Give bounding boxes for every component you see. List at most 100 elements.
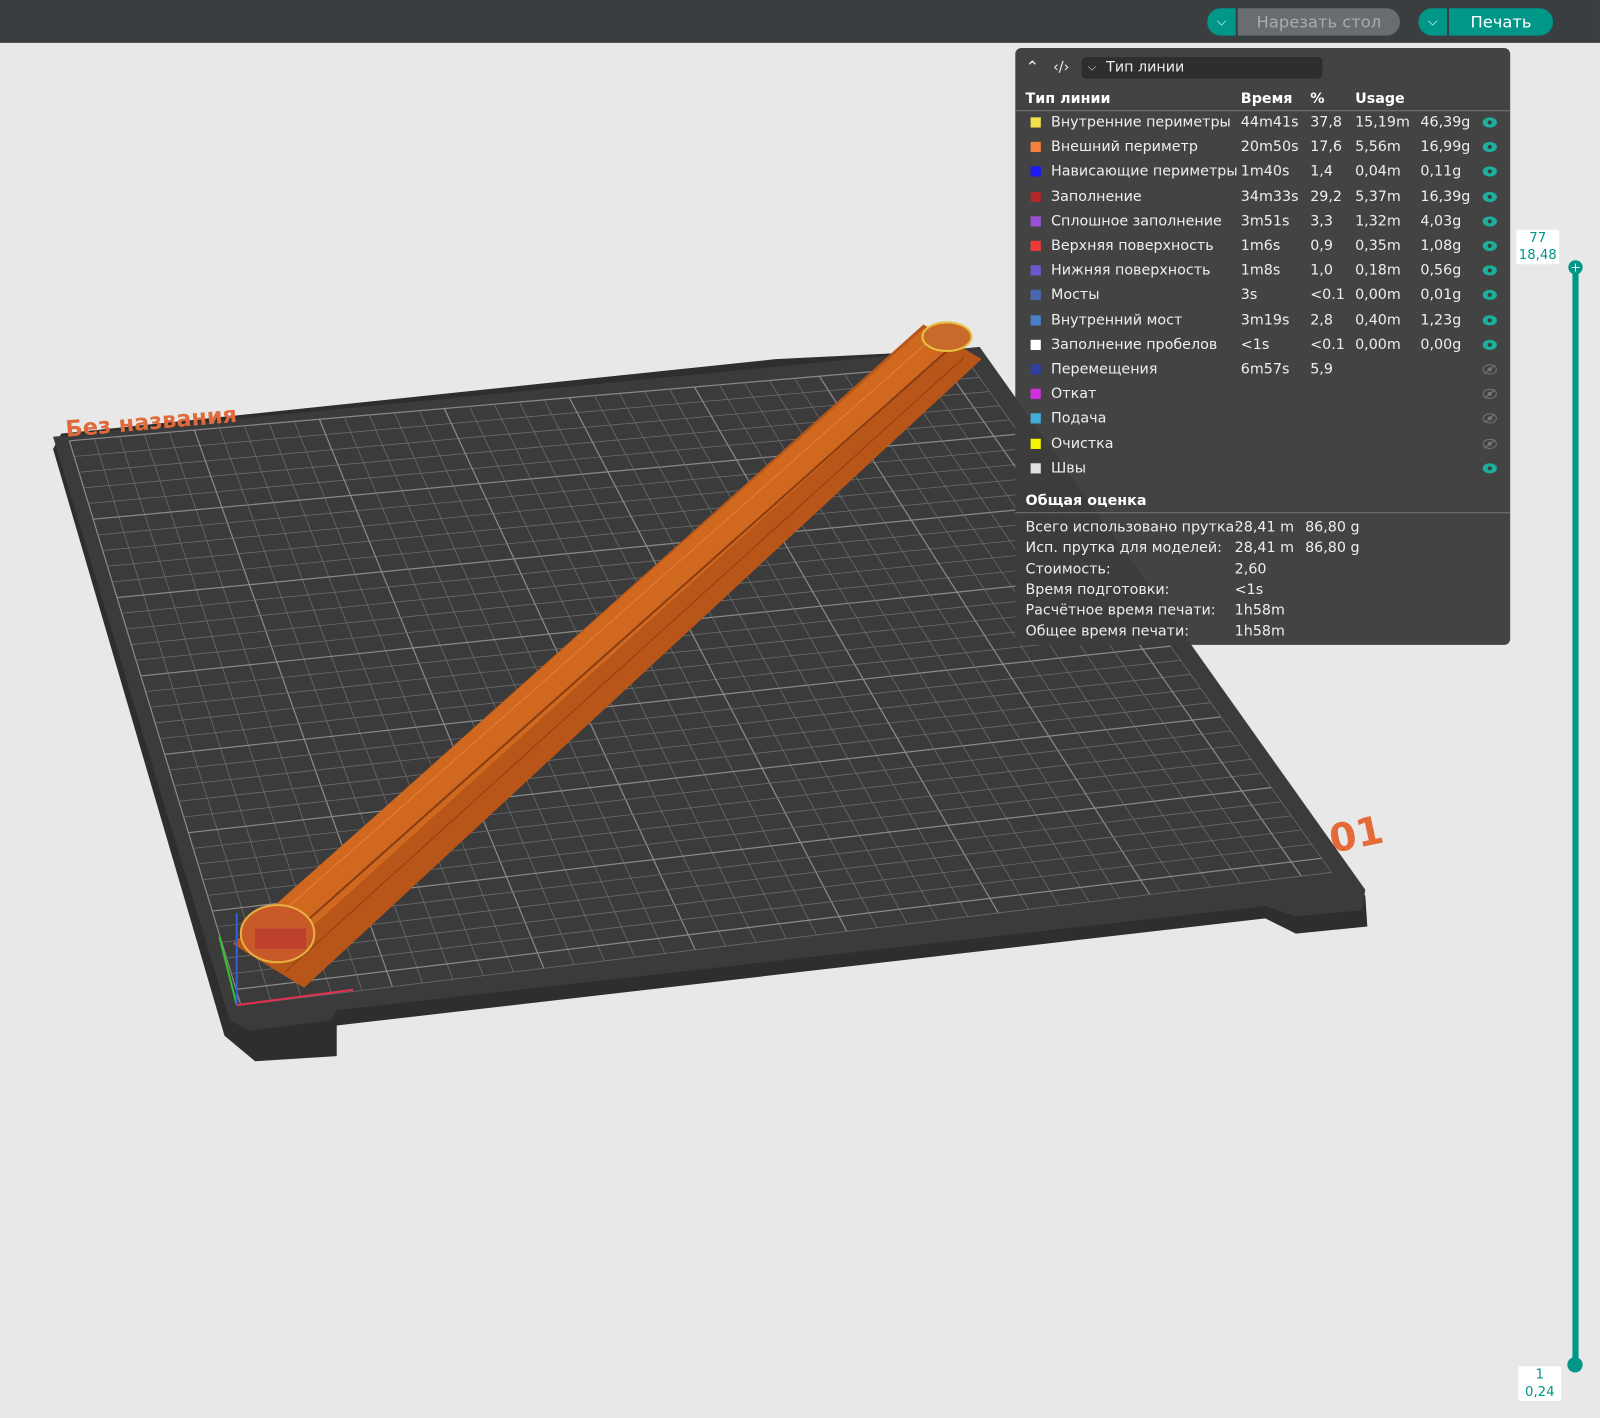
line-type-name: Внешний периметр	[1051, 138, 1198, 156]
eye-icon[interactable]	[1482, 463, 1497, 474]
row-length: 5,37m	[1355, 188, 1401, 205]
summary-label: Всего использовано прутка:	[1025, 519, 1240, 536]
row-weight: 0,11g	[1420, 163, 1462, 180]
eye-icon[interactable]	[1482, 240, 1497, 252]
row-length: 0,00m	[1355, 287, 1401, 304]
row-weight: 0,56g	[1420, 262, 1462, 279]
eye-off-icon[interactable]	[1482, 413, 1497, 424]
bottom-layer-height: 0,24	[1525, 1384, 1555, 1400]
row-weight: 1,08g	[1420, 237, 1462, 255]
color-swatch	[1030, 142, 1041, 153]
line-type-name: Мосты	[1051, 287, 1100, 304]
view-type-value: Тип линии	[1106, 59, 1185, 76]
plate-number-label: 01	[1325, 808, 1387, 863]
line-type-name: Сплошное заполнение	[1051, 213, 1222, 230]
top-layer-number: 77	[1529, 230, 1547, 246]
color-swatch	[1030, 265, 1041, 276]
row-length: 0,04m	[1355, 163, 1401, 180]
summary-value-2: 86,80 g	[1305, 540, 1360, 557]
top-layer-height: 18,48	[1518, 247, 1557, 264]
eye-icon[interactable]	[1482, 166, 1497, 177]
row-percent: 17,6	[1310, 138, 1343, 156]
line-type-name: Верхняя поверхность	[1051, 237, 1214, 255]
color-swatch	[1030, 314, 1041, 326]
row-time: 44m41s	[1240, 114, 1299, 131]
eye-off-icon[interactable]	[1482, 438, 1497, 449]
gcode-icon[interactable]: ‹/›	[1053, 58, 1069, 76]
summary-label: Время подготовки:	[1025, 581, 1170, 598]
summary-value: 1h58m	[1234, 622, 1285, 640]
row-percent: 1,0	[1310, 262, 1333, 279]
line-type-name: Заполнение	[1051, 188, 1142, 205]
eye-icon[interactable]	[1482, 191, 1497, 202]
row-weight: 16,39g	[1420, 188, 1471, 205]
row-length: 5,56m	[1355, 138, 1401, 156]
top-handle-plus-icon[interactable]: +	[1568, 260, 1583, 275]
layer-slider-track[interactable]	[1572, 267, 1579, 1365]
color-swatch	[1030, 166, 1041, 177]
summary-label: Стоимость:	[1025, 560, 1111, 578]
row-length: 0,35m	[1355, 237, 1401, 255]
column-header-type: Тип линии	[1025, 90, 1111, 108]
line-type-name: Внутренние периметры	[1051, 114, 1231, 131]
color-swatch	[1030, 339, 1041, 350]
line-type-name: Перемещения	[1051, 361, 1158, 378]
row-percent: 37,8	[1310, 114, 1343, 131]
row-percent: <0.1	[1310, 287, 1345, 304]
summary-value: 2,60	[1234, 560, 1267, 578]
row-percent: 1,4	[1310, 163, 1333, 180]
row-length: 15,19m	[1355, 114, 1410, 131]
row-time: 3s	[1240, 287, 1258, 304]
color-swatch	[1030, 438, 1041, 449]
row-percent: 0,9	[1310, 237, 1333, 255]
row-percent: 29,2	[1310, 188, 1343, 205]
eye-icon[interactable]	[1482, 290, 1497, 301]
summary-value: 1h58m	[1234, 602, 1285, 619]
summary-value: <1s	[1234, 581, 1264, 598]
line-type-name: Внутренний мост	[1051, 311, 1183, 329]
row-time: 1m6s	[1240, 237, 1281, 255]
line-type-name: Швы	[1051, 459, 1086, 477]
summary-value-2: 86,80 g	[1305, 519, 1360, 536]
collapse-icon[interactable]: ⌃	[1026, 58, 1040, 76]
column-header-usage: Usage	[1355, 90, 1405, 108]
color-swatch	[1030, 216, 1041, 227]
row-percent: <0.1	[1310, 336, 1345, 353]
eye-icon[interactable]	[1482, 265, 1497, 276]
row-length: 1,32m	[1355, 213, 1401, 230]
view-type-select[interactable]: ⌵ Тип линии	[1081, 57, 1323, 79]
color-swatch	[1030, 117, 1041, 128]
bottom-handle[interactable]	[1567, 1357, 1583, 1373]
row-percent: 2,8	[1310, 311, 1333, 329]
column-header-percent: %	[1310, 90, 1325, 108]
eye-icon[interactable]	[1482, 339, 1497, 350]
row-weight: 4,03g	[1420, 213, 1462, 230]
line-type-name: Откат	[1051, 385, 1097, 403]
row-length: 0,40m	[1355, 311, 1401, 329]
bottom-layer-number: 1	[1535, 1367, 1545, 1383]
eye-icon[interactable]	[1482, 216, 1497, 227]
line-type-name: Нависающие периметры	[1051, 163, 1238, 180]
color-swatch	[1030, 413, 1041, 424]
column-header-time: Время	[1240, 90, 1293, 108]
summary-label: Исп. прутка для моделей:	[1025, 540, 1222, 557]
row-weight: 16,99g	[1420, 138, 1471, 156]
row-weight: 0,01g	[1420, 287, 1462, 304]
line-type-name: Подача	[1051, 410, 1107, 427]
app-window: ⌵ Нарезать стол ⌵ Печать Без названия 01	[0, 0, 1600, 1418]
eye-off-icon[interactable]	[1482, 388, 1497, 400]
divider	[1015, 110, 1511, 112]
color-swatch	[1030, 388, 1041, 400]
color-swatch	[1030, 364, 1041, 375]
summary-value: 28,41 m	[1234, 519, 1295, 536]
row-percent: 5,9	[1310, 361, 1333, 378]
row-length: 0,18m	[1355, 262, 1401, 279]
eye-icon[interactable]	[1482, 142, 1497, 153]
color-swatch	[1030, 290, 1041, 301]
line-type-name: Нижняя поверхность	[1051, 262, 1211, 279]
eye-icon[interactable]	[1482, 117, 1497, 128]
eye-off-icon[interactable]	[1482, 364, 1497, 375]
bottom-layer-label: 1 0,24	[1518, 1366, 1562, 1402]
row-time: 3m19s	[1240, 311, 1290, 329]
eye-icon[interactable]	[1482, 314, 1497, 326]
